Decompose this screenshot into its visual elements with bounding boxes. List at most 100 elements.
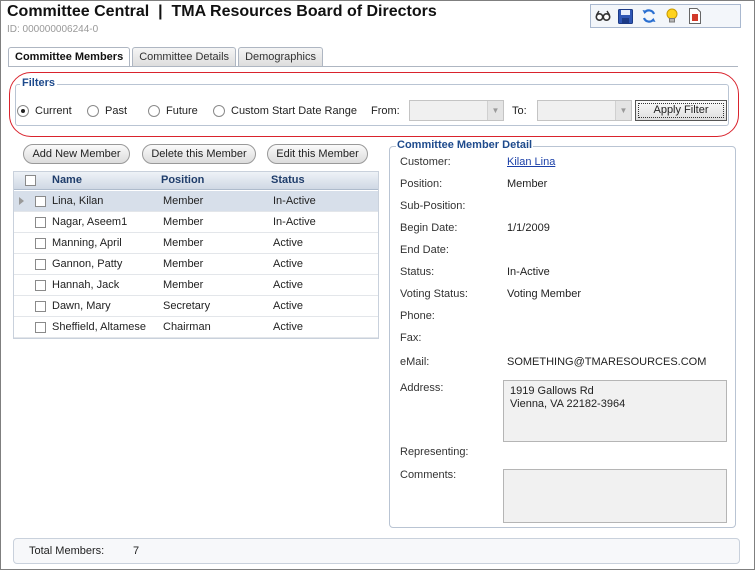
address-box[interactable]: 1919 Gallows Rd Vienna, VA 22182-3964	[503, 380, 727, 442]
row-checkbox[interactable]	[35, 196, 46, 207]
tab-committee-members[interactable]: Committee Members	[8, 47, 131, 67]
member-name-cell: Hannah, Jack	[52, 279, 120, 291]
table-row[interactable]: Hannah, Jack Member Active	[14, 275, 378, 296]
member-status-cell: Active	[273, 300, 303, 312]
member-name-cell: Manning, April	[52, 237, 122, 249]
end-date-label: End Date:	[400, 244, 449, 256]
voting-status-value: Voting Member	[507, 288, 581, 300]
row-checkbox[interactable]	[35, 322, 46, 333]
comments-box[interactable]	[503, 469, 727, 523]
filter-custom-label: Custom Start Date Range	[231, 105, 357, 117]
refresh-icon[interactable]	[640, 8, 657, 25]
position-value: Member	[507, 178, 548, 190]
add-new-member-button[interactable]: Add New Member	[23, 144, 130, 164]
chevron-down-icon[interactable]: ▼	[615, 101, 631, 120]
radio-custom-range[interactable]	[213, 105, 225, 117]
page-title: Committee Central | TMA Resources Board …	[7, 3, 437, 20]
filter-current-option[interactable]: Current	[17, 101, 72, 121]
begin-date-label: Begin Date:	[400, 222, 458, 234]
grid-header: Name Position Status	[14, 172, 378, 190]
column-status-header[interactable]: Status	[271, 174, 305, 186]
from-label: From:	[371, 105, 400, 117]
table-row[interactable]: Lina, Kilan Member In-Active	[14, 191, 378, 212]
begin-date-value: 1/1/2009	[507, 222, 550, 234]
member-position-cell: Member	[163, 258, 204, 270]
member-name-cell: Dawn, Mary	[52, 300, 111, 312]
member-position-cell: Member	[163, 279, 204, 291]
member-name-cell: Sheffield, Altamese	[52, 321, 146, 333]
table-row[interactable]: Sheffield, Altamese Chairman Active	[14, 317, 378, 338]
filter-future-option[interactable]: Future	[148, 101, 198, 121]
table-row[interactable]: Nagar, Aseem1 Member In-Active	[14, 212, 378, 233]
footer-bar: Total Members: 7	[13, 538, 740, 564]
member-status-cell: Active	[273, 237, 303, 249]
total-members-label: Total Members:	[29, 545, 105, 557]
row-checkbox[interactable]	[35, 259, 46, 270]
member-name-cell: Gannon, Patty	[52, 258, 123, 270]
voting-status-label: Voting Status:	[400, 288, 468, 300]
member-status-cell: Active	[273, 279, 303, 291]
members-grid: Name Position Status Lina, Kilan Member In…	[13, 171, 379, 339]
glasses-icon[interactable]	[594, 8, 611, 25]
row-checkbox[interactable]	[35, 217, 46, 228]
status-label: Status:	[400, 266, 435, 278]
member-position-cell: Secretary	[163, 300, 211, 312]
customer-link[interactable]: Kilan Lina	[507, 156, 555, 168]
row-checkbox[interactable]	[35, 280, 46, 291]
lightbulb-icon[interactable]	[663, 8, 680, 25]
radio-future[interactable]	[148, 105, 160, 117]
save-icon[interactable]	[617, 8, 634, 25]
chevron-down-icon[interactable]: ▼	[487, 101, 503, 120]
member-name-cell: Nagar, Aseem1	[52, 216, 128, 228]
email-label: eMail:	[400, 356, 430, 368]
committee-central-window: Committee Central | TMA Resources Board …	[0, 0, 755, 570]
tab-committee-details[interactable]: Committee Details	[132, 47, 237, 67]
radio-past[interactable]	[87, 105, 99, 117]
radio-current[interactable]	[17, 105, 29, 117]
record-id: ID: 000000006244-0	[7, 24, 99, 35]
from-date-select[interactable]: ▼	[409, 100, 504, 121]
column-position-header[interactable]: Position	[161, 174, 204, 186]
fax-label: Fax:	[400, 332, 422, 344]
address-line1: 1919 Gallows Rd	[510, 385, 594, 397]
to-label: To:	[512, 105, 527, 117]
filter-future-label: Future	[166, 105, 198, 117]
filter-custom-option[interactable]: Custom Start Date Range	[213, 101, 357, 121]
tab-demographics[interactable]: Demographics	[238, 47, 323, 67]
comments-label: Comments:	[400, 469, 457, 481]
toolbar	[590, 4, 741, 28]
row-indicator-icon	[19, 197, 24, 205]
delete-member-button[interactable]: Delete this Member	[142, 144, 256, 164]
row-checkbox[interactable]	[35, 238, 46, 249]
member-position-cell: Chairman	[163, 321, 211, 333]
status-value: In-Active	[507, 266, 550, 278]
email-value: SOMETHING@TMARESOURCES.COM	[507, 356, 707, 368]
filter-past-label: Past	[105, 105, 128, 117]
member-status-cell: In-Active	[273, 195, 316, 207]
column-name-header[interactable]: Name	[52, 174, 82, 186]
member-status-cell: In-Active	[273, 216, 316, 228]
filters-legend: Filters	[20, 77, 58, 89]
detail-legend: Committee Member Detail	[396, 139, 534, 151]
apply-filter-button[interactable]: Apply Filter	[635, 100, 727, 121]
representing-label: Representing:	[400, 446, 469, 458]
report-icon[interactable]	[686, 8, 703, 25]
filter-past-option[interactable]: Past	[87, 101, 127, 121]
member-position-cell: Member	[163, 216, 204, 228]
table-row[interactable]: Dawn, Mary Secretary Active	[14, 296, 378, 317]
tab-divider	[8, 66, 738, 67]
select-all-checkbox[interactable]	[25, 175, 36, 186]
member-position-cell: Member	[163, 195, 204, 207]
position-label: Position:	[400, 178, 443, 190]
member-position-cell: Member	[163, 237, 204, 249]
phone-label: Phone:	[400, 310, 435, 322]
table-row[interactable]: Manning, April Member Active	[14, 233, 378, 254]
edit-member-button[interactable]: Edit this Member	[267, 144, 368, 164]
row-checkbox[interactable]	[35, 301, 46, 312]
table-row[interactable]: Gannon, Patty Member Active	[14, 254, 378, 275]
address-line2: Vienna, VA 22182-3964	[510, 398, 626, 410]
filter-current-label: Current	[35, 105, 72, 117]
total-members-value: 7	[133, 545, 140, 557]
address-label: Address:	[400, 382, 444, 394]
to-date-select[interactable]: ▼	[537, 100, 632, 121]
